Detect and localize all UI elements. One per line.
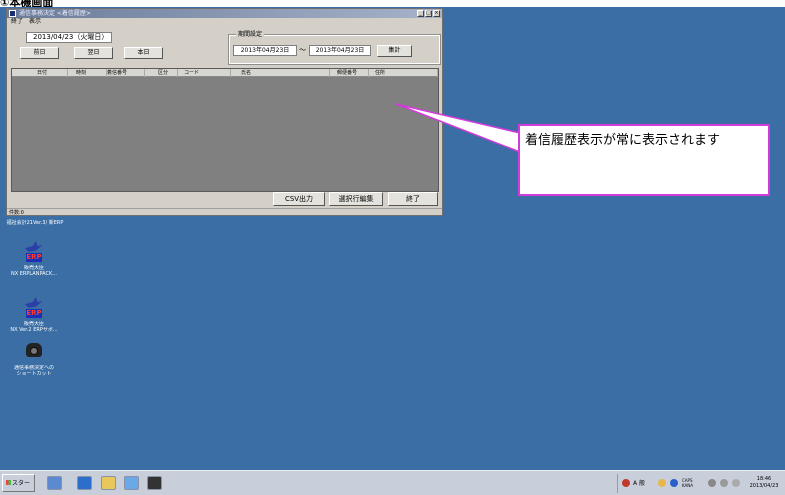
ie-icon[interactable]: [77, 476, 92, 490]
tray-power-icon[interactable]: [732, 479, 740, 487]
clock-date: 2013/04/23: [749, 483, 779, 489]
page-heading: ①本機画面: [0, 0, 54, 7]
start-button[interactable]: スタート: [2, 474, 35, 492]
desktop-icon-erp-2[interactable]: ERP 販売大臣 NX Ver.2 ERPサポ...: [2, 297, 66, 333]
system-tray: A 般 CAPS KANA 18:46 2013/04/23: [617, 474, 783, 493]
windows-flag-icon: [6, 480, 11, 485]
tray-help-icon[interactable]: [670, 479, 678, 487]
taskbar: スタート A 般 CAPS KANA 18:46 2013/04/23: [0, 470, 785, 495]
ime-indicator[interactable]: A 般: [633, 474, 645, 493]
telephone-icon[interactable]: [147, 476, 162, 490]
erp-bird-icon: ERP: [21, 241, 47, 265]
tray-status-icon[interactable]: [622, 479, 630, 487]
desktop: 通信事務決定 <着信履歴> _ □ × 終了 表示 2013/04/23（火曜日…: [0, 7, 785, 495]
tray-volume-icon[interactable]: [720, 479, 728, 487]
folder-icon[interactable]: [101, 476, 116, 490]
callout-pointer: [395, 103, 521, 154]
desktop-window-label: 福祉会計21Ver.3/ 新ERP: [6, 220, 64, 226]
desktop-icon-shortcut[interactable]: 通信事務決定への ショートカット: [2, 341, 66, 377]
tray-ime-icon[interactable]: [658, 479, 666, 487]
desktop-icon-label: NX Ver.2 ERPサポ...: [10, 327, 58, 333]
annotation-callout: 着信履歴表示が常に表示されます: [518, 124, 770, 196]
desktop-icon-label: ショートカット: [16, 371, 52, 377]
erp-bird-icon: ERP: [21, 297, 47, 321]
screenshot-root: ①本機画面 通信事務決定 <着信履歴> _ □ × 終了 表示 2013/04/…: [0, 0, 785, 495]
tray-network-icon[interactable]: [708, 479, 716, 487]
kana-indicator: KANA: [682, 483, 694, 488]
explorer-icon[interactable]: [47, 476, 62, 490]
desktop-icon-erp-1[interactable]: ERP 販売大臣 NX ERPLANPACK...: [2, 241, 66, 277]
app-icon[interactable]: [124, 476, 139, 490]
tray-clock[interactable]: 18:46 2013/04/23: [747, 476, 781, 490]
telephone-icon: [21, 341, 47, 365]
clock-time: 18:46: [756, 476, 772, 482]
desktop-icon-label: NX ERPLANPACK...: [10, 271, 58, 277]
